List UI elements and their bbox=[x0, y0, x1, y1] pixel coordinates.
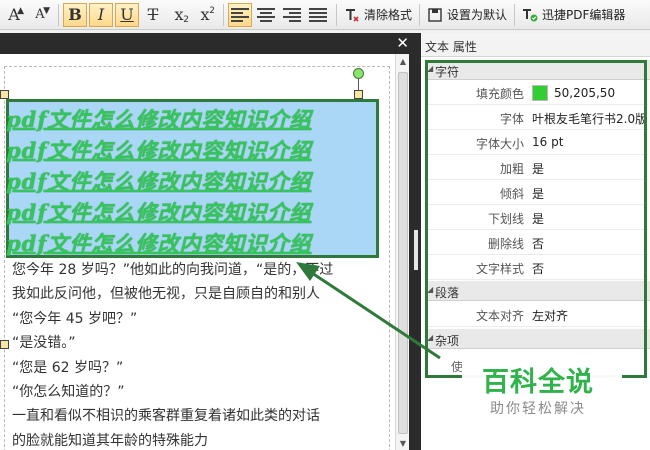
underline-icon: U bbox=[120, 5, 134, 24]
clear-format-icon bbox=[346, 8, 359, 22]
pdf-editor-label: 迅捷PDF编辑器 bbox=[542, 8, 626, 22]
pdf-editor-window: A ▲ A ▼ B I U T x 2 x 2 清除格式 设置为默认 迅捷PDF… bbox=[0, 0, 650, 450]
strikethrough-button[interactable]: T bbox=[141, 3, 165, 27]
format-toolbar: A ▲ A ▼ B I U T x 2 x 2 清除格式 设置为默认 迅捷PDF… bbox=[0, 0, 650, 30]
align-center-icon bbox=[257, 7, 275, 22]
body-line: 我如此反问他，但被他无视，只是自顾自的和别人 bbox=[12, 286, 320, 303]
body-line: “你怎么知道的？” bbox=[12, 384, 125, 401]
align-left-button[interactable] bbox=[228, 2, 252, 27]
subscript-icon: x bbox=[174, 5, 184, 24]
watermark-logo: 百科全说 助你轻松解决 bbox=[462, 350, 622, 432]
calligraphy-text-line[interactable]: pdf文件怎么修改内容知识介绍 bbox=[6, 135, 372, 163]
calligraphy-text-line[interactable]: pdf文件怎么修改内容知识介绍 bbox=[6, 228, 372, 256]
underline-button[interactable]: U bbox=[115, 2, 139, 27]
pdf-editor-button[interactable]: 迅捷PDF编辑器 bbox=[519, 3, 628, 27]
toolbar-separator bbox=[514, 3, 516, 26]
body-line: 您今年 28 岁吗？”他如此的向我问道，“是的，不过 bbox=[12, 262, 334, 278]
scroll-up-icon[interactable]: ▲ bbox=[396, 54, 410, 68]
align-justify-icon bbox=[309, 7, 327, 22]
body-line: “您今年 45 岁吧？” bbox=[12, 310, 138, 327]
superscript-icon: x bbox=[200, 5, 210, 24]
close-icon[interactable]: ✕ bbox=[396, 34, 409, 52]
set-default-label: 设置为默认 bbox=[447, 8, 508, 22]
bold-button[interactable]: B bbox=[63, 2, 87, 27]
set-default-button[interactable]: 设置为默认 bbox=[424, 3, 510, 27]
resize-handle-top-left[interactable] bbox=[0, 90, 9, 99]
subscript-button[interactable]: x 2 bbox=[167, 3, 191, 27]
align-justify-button[interactable] bbox=[306, 3, 330, 27]
align-right-icon bbox=[283, 7, 301, 22]
increase-mark: ▲ bbox=[17, 5, 24, 16]
toolbar-separator bbox=[223, 3, 224, 26]
strikethrough-icon: T bbox=[147, 5, 159, 24]
align-right-button[interactable] bbox=[280, 3, 304, 27]
rotation-stem bbox=[358, 77, 359, 91]
resize-handle-left[interactable] bbox=[0, 340, 9, 349]
calligraphy-text-line[interactable]: pdf文件怎么修改内容知识介绍 bbox=[6, 197, 372, 225]
text-check-icon bbox=[523, 8, 538, 21]
italic-button[interactable]: I bbox=[89, 2, 113, 27]
body-line: “是没错。” bbox=[12, 335, 76, 352]
toolbar-separator bbox=[336, 3, 337, 26]
scroll-thumb[interactable] bbox=[398, 72, 408, 434]
document-vertical-scrollbar[interactable]: ▲ ▼ bbox=[395, 54, 409, 450]
watermark-subtitle: 助你轻松解决 bbox=[490, 401, 586, 417]
body-line: 一直和看似不相识的乘客群重复着诸如此类的对话 bbox=[12, 408, 320, 425]
subscript-mark: 2 bbox=[183, 14, 189, 25]
calligraphy-text-line[interactable]: pdf文件怎么修改内容知识介绍 bbox=[6, 166, 372, 194]
watermark-title: 百科全说 bbox=[482, 367, 594, 398]
save-default-icon bbox=[428, 7, 442, 22]
align-center-button[interactable] bbox=[254, 3, 278, 27]
clear-format-label: 清除格式 bbox=[364, 8, 413, 22]
italic-icon: I bbox=[97, 5, 105, 24]
decrease-font-size-button[interactable]: A ▼ bbox=[28, 3, 52, 27]
toolbar-separator bbox=[58, 3, 59, 26]
grip-icon bbox=[414, 230, 418, 270]
body-line: “您是 62 岁吗？” bbox=[12, 359, 124, 376]
superscript-button[interactable]: x 2 bbox=[193, 3, 217, 27]
decrease-mark: ▼ bbox=[43, 5, 50, 16]
resize-handle-top-right[interactable] bbox=[354, 90, 363, 99]
calligraphy-text-line[interactable]: pdf文件怎么修改内容知识介绍 bbox=[6, 104, 372, 132]
superscript-mark: 2 bbox=[209, 5, 215, 16]
properties-highlight-outline bbox=[425, 60, 647, 378]
scroll-down-icon[interactable]: ▼ bbox=[396, 436, 410, 450]
bold-icon: B bbox=[68, 5, 82, 24]
panel-splitter[interactable] bbox=[413, 230, 419, 270]
clear-format-button[interactable]: 清除格式 bbox=[341, 3, 415, 27]
body-line: 的脸就能知道其年龄的特殊能力 bbox=[12, 432, 208, 449]
rotation-handle[interactable] bbox=[353, 68, 364, 79]
properties-panel-title: 文本 属性 bbox=[421, 33, 650, 57]
document-body-text[interactable]: 您今年 28 岁吗？”他如此的向我问道，“是的，不过 我如此反问他，但被他无视，… bbox=[12, 258, 395, 450]
document-panel-header: ✕ bbox=[0, 33, 413, 54]
increase-font-size-button[interactable]: A ▲ bbox=[2, 3, 26, 27]
toolbar-separator bbox=[419, 3, 421, 26]
align-left-icon bbox=[231, 7, 249, 22]
